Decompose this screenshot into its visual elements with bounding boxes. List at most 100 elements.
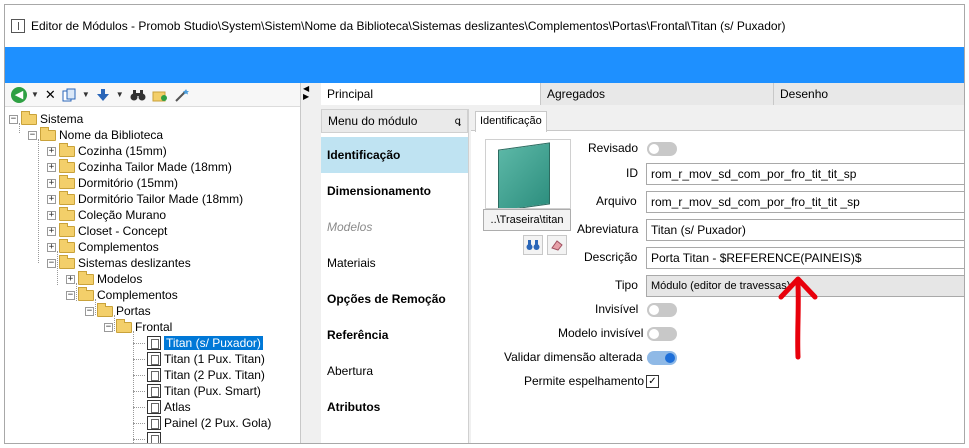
expand-toggle[interactable]: + xyxy=(47,242,56,252)
collapse-toggle[interactable]: − xyxy=(9,114,18,124)
expand-toggle[interactable]: + xyxy=(47,178,56,188)
module-menu-title: Menu do módulo xyxy=(328,114,418,128)
arquivo-field[interactable]: rom_r_mov_sd_com_por_fro_tit_tit _sp xyxy=(646,191,964,213)
arquivo-label: Arquivo xyxy=(596,194,637,208)
menu-item-materiais[interactable]: Materiais xyxy=(321,245,468,281)
tree-item-closet-concept[interactable]: + Closet - Concept xyxy=(47,222,168,239)
tree-item-complementos-sd[interactable]: − Complementos xyxy=(66,286,178,303)
delete-icon[interactable]: ✕ xyxy=(43,86,58,104)
tree-item-modelos[interactable]: + Modelos xyxy=(66,270,142,287)
id-field[interactable]: rom_r_mov_sd_com_por_fro_tit_tit_sp xyxy=(646,163,964,185)
dropdown-icon[interactable]: ▼ xyxy=(80,86,92,104)
tree-item-atlas[interactable]: Atlas xyxy=(147,399,191,415)
tree-item-titan-2-pux[interactable]: Titan (2 Pux. Titan) xyxy=(147,367,265,383)
expand-toggle[interactable]: + xyxy=(66,274,75,284)
folder-icon xyxy=(59,142,75,157)
tree-item-dormitorio-15mm[interactable]: + Dormitório (15mm) xyxy=(47,174,178,191)
tree-item-label: Portas xyxy=(116,304,151,318)
tree-item-titan-pux-smart[interactable]: Titan (Pux. Smart) xyxy=(147,383,261,399)
folder-icon xyxy=(40,126,56,141)
validar-dimensao-toggle[interactable] xyxy=(647,351,677,365)
tree-item-painel-2-pux-gola[interactable]: Painel (2 Pux. Gola) xyxy=(147,415,271,431)
dropdown-icon[interactable]: ▼ xyxy=(114,86,126,104)
folder-refresh-icon[interactable] xyxy=(150,86,170,104)
tab-desenho[interactable]: Desenho xyxy=(774,83,964,105)
tab-agregados[interactable]: Agregados xyxy=(541,83,774,105)
collapse-pane-icon[interactable]: ◀ ▶ xyxy=(303,85,309,101)
tree-item-cozinha-tailor-made[interactable]: + Cozinha Tailor Made (18mm) xyxy=(47,158,232,175)
tree-item-frontal[interactable]: − Frontal xyxy=(104,318,172,335)
descricao-field[interactable]: Porta Titan - $REFERENCE(PAINEIS)$ xyxy=(646,247,964,269)
expand-toggle[interactable]: + xyxy=(47,146,56,156)
thumbnail-path-button[interactable]: ..\Traseira\titan xyxy=(483,209,571,231)
eraser-icon[interactable] xyxy=(547,235,567,255)
tree-item-sistema[interactable]: − Sistema xyxy=(9,111,83,127)
tree-item-partial[interactable] xyxy=(147,431,164,443)
abreviatura-field[interactable]: Titan (s/ Puxador) xyxy=(646,219,964,241)
module-menu: Menu do módulo ꝗ Identificação Dimension… xyxy=(321,109,469,443)
collapse-toggle[interactable]: − xyxy=(47,258,56,268)
tree-item-dormitorio-tailor-made[interactable]: + Dormitório Tailor Made (18mm) xyxy=(47,190,243,207)
expand-toggle[interactable]: + xyxy=(47,226,56,236)
modelo-invisivel-label: Modelo invisível xyxy=(558,326,644,340)
module-icon xyxy=(147,368,161,382)
module-editor-window: Editor de Módulos - Promob Studio\System… xyxy=(4,4,965,444)
tipo-label: Tipo xyxy=(615,278,638,292)
tree-item-sistemas-deslizantes[interactable]: − Sistemas deslizantes xyxy=(47,254,191,271)
collapse-toggle[interactable]: − xyxy=(104,322,113,332)
tree-item-cozinha-15mm[interactable]: + Cozinha (15mm) xyxy=(47,142,167,159)
tree-item-label: Cozinha Tailor Made (18mm) xyxy=(78,160,232,174)
tree-item-label: Titan (s/ Puxador) xyxy=(164,336,263,350)
permite-espelhamento-checkbox[interactable]: ✓ xyxy=(646,375,659,388)
wand-icon[interactable] xyxy=(172,86,192,104)
tree-item-nome-da-biblioteca[interactable]: − Nome da Biblioteca xyxy=(28,126,164,143)
folder-icon xyxy=(97,302,113,317)
back-arrow-icon[interactable]: ◀ xyxy=(11,86,27,103)
menu-item-dimensionamento[interactable]: Dimensionamento xyxy=(321,173,468,209)
invisivel-toggle[interactable] xyxy=(647,303,677,317)
tab-identificacao[interactable]: Identificação xyxy=(475,111,547,132)
tab-principal[interactable]: Principal xyxy=(321,83,541,105)
menu-item-referencia[interactable]: Referência xyxy=(321,317,468,353)
tree-item-titan-s-puxador[interactable]: Titan (s/ Puxador) xyxy=(147,335,263,351)
module-menu-header: Menu do módulo ꝗ xyxy=(321,109,468,133)
library-tree: − Sistema − Nome da Biblioteca + Cozinha… xyxy=(5,111,295,443)
tree-item-label: Titan (1 Pux. Titan) xyxy=(164,352,265,366)
tree-item-label: Cozinha (15mm) xyxy=(78,144,167,158)
tree-item-label: Nome da Biblioteca xyxy=(59,128,164,142)
module-icon xyxy=(147,400,161,414)
collapse-toggle[interactable]: − xyxy=(28,130,37,140)
folder-icon xyxy=(116,318,132,333)
expand-toggle[interactable]: + xyxy=(47,162,56,172)
folder-icon xyxy=(59,206,75,221)
dropdown-icon[interactable]: ▼ xyxy=(29,86,41,104)
expand-toggle[interactable]: + xyxy=(47,210,56,220)
move-down-icon[interactable] xyxy=(94,86,112,104)
tree-item-colecao-murano[interactable]: + Coleção Murano xyxy=(47,206,166,223)
menu-item-atributos[interactable]: Atributos xyxy=(321,389,468,425)
module-icon xyxy=(147,352,161,366)
folder-icon xyxy=(59,174,75,189)
collapse-toggle[interactable]: − xyxy=(85,306,94,316)
menu-item-opcoes-de-remocao[interactable]: Opções de Remoção xyxy=(321,281,468,317)
module-icon xyxy=(147,384,161,398)
binoculars-icon[interactable] xyxy=(128,86,148,104)
folder-icon xyxy=(78,286,94,301)
menu-item-identificacao[interactable]: Identificação xyxy=(321,137,468,173)
tree-item-label: Closet - Concept xyxy=(78,224,168,238)
tree-item-complementos[interactable]: + Complementos xyxy=(47,238,159,255)
expand-toggle[interactable]: + xyxy=(47,194,56,204)
folder-icon xyxy=(21,111,37,125)
copy-icon[interactable] xyxy=(60,86,78,104)
tree-item-label: Sistema xyxy=(40,112,84,126)
revisado-toggle[interactable] xyxy=(647,142,677,156)
tree-item-titan-1-pux[interactable]: Titan (1 Pux. Titan) xyxy=(147,351,265,367)
modelo-invisivel-toggle[interactable] xyxy=(647,327,677,341)
menu-item-abertura[interactable]: Abertura xyxy=(321,353,468,389)
binoculars-icon[interactable] xyxy=(523,235,543,255)
tree-item-portas[interactable]: − Portas xyxy=(85,302,151,319)
folder-icon xyxy=(59,238,75,253)
collapse-toggle[interactable]: − xyxy=(66,290,75,300)
title-bar: Editor de Módulos - Promob Studio\System… xyxy=(5,5,964,47)
pin-icon[interactable]: ꝗ xyxy=(455,116,461,127)
